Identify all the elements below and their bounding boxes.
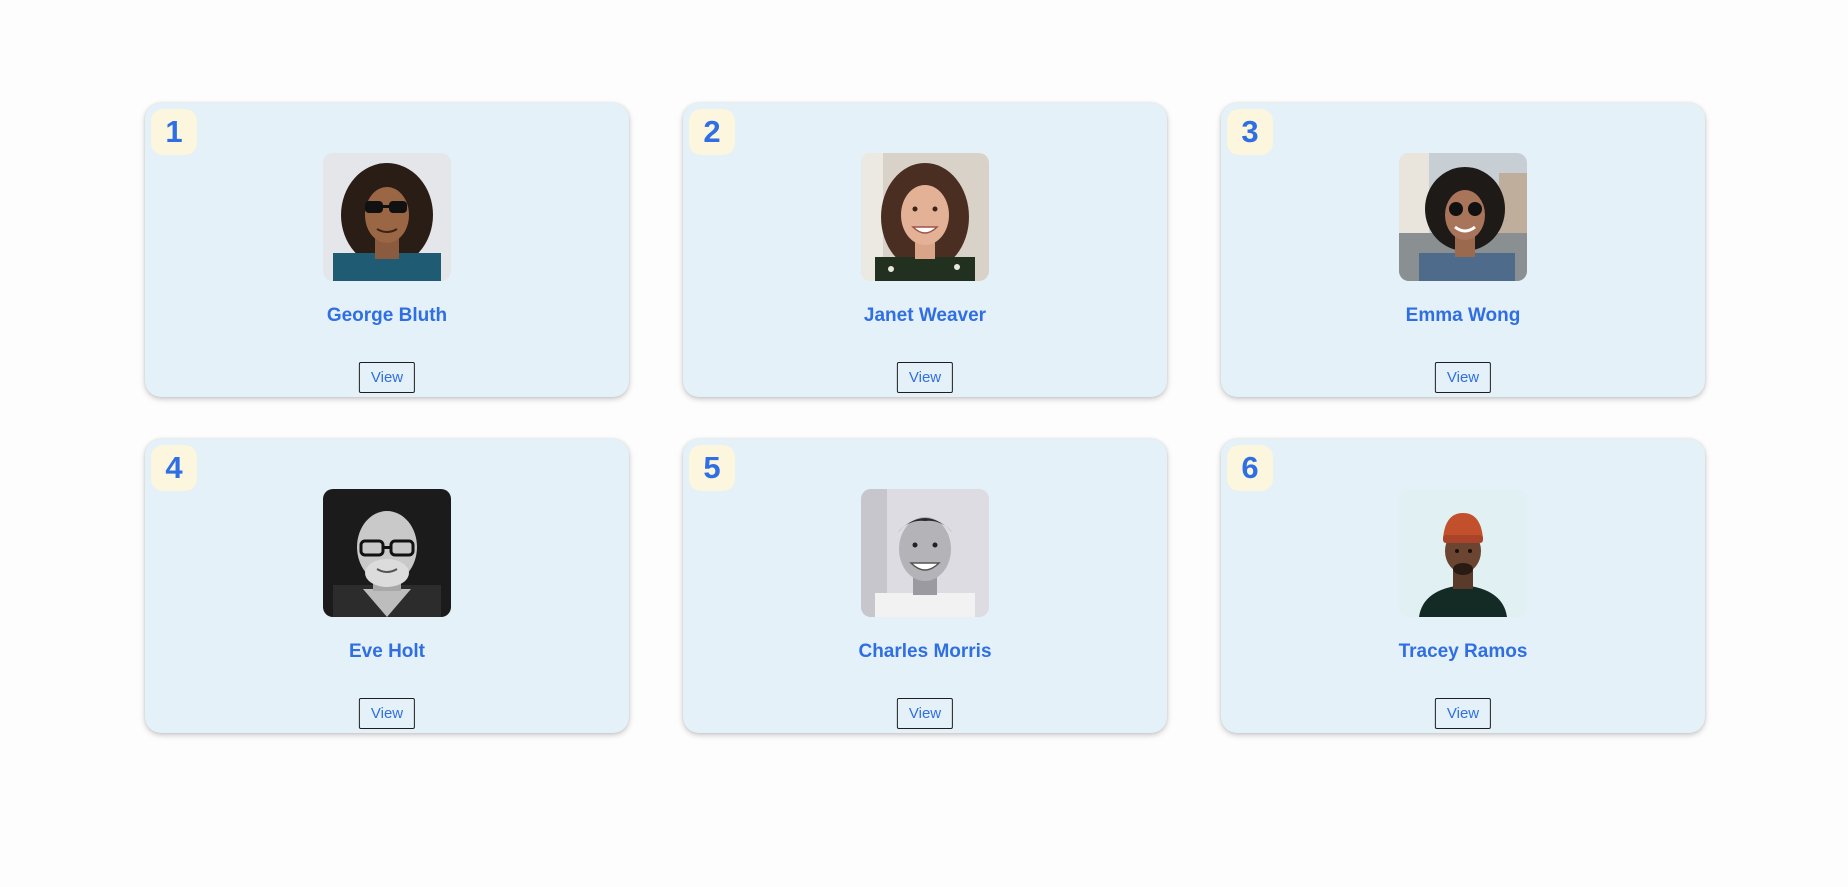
user-card: 3 Emma Wong View [1221, 103, 1705, 397]
avatar [861, 489, 989, 617]
user-card: 5 Charles Morris View [683, 439, 1167, 733]
user-name: Tracey Ramos [1398, 641, 1528, 662]
view-button[interactable]: View [1434, 698, 1492, 729]
avatar [1399, 489, 1527, 617]
avatar [1399, 153, 1527, 281]
user-id-badge: 3 [1227, 109, 1273, 155]
user-name: Charles Morris [858, 641, 992, 662]
user-id-badge: 2 [689, 109, 735, 155]
view-button[interactable]: View [1434, 362, 1492, 393]
view-button[interactable]: View [358, 698, 416, 729]
user-name: Janet Weaver [863, 305, 987, 326]
avatar [861, 153, 989, 281]
view-button[interactable]: View [358, 362, 416, 393]
user-id-badge: 1 [151, 109, 197, 155]
user-id-badge: 4 [151, 445, 197, 491]
user-name: Emma Wong [1405, 305, 1521, 326]
user-id-badge: 6 [1227, 445, 1273, 491]
view-button[interactable]: View [896, 698, 954, 729]
avatar [323, 489, 451, 617]
avatar [323, 153, 451, 281]
user-card: 1 George Bluth View [145, 103, 629, 397]
user-card: 6 Tracey Ramos View [1221, 439, 1705, 733]
user-name: George Bluth [326, 305, 448, 326]
user-id-badge: 5 [689, 445, 735, 491]
user-card: 4 Eve Holt View [145, 439, 629, 733]
user-card: 2 Janet Weaver View [683, 103, 1167, 397]
view-button[interactable]: View [896, 362, 954, 393]
user-name: Eve Holt [348, 641, 426, 662]
user-card-grid: 1 George Bluth View 2 Janet Weaver View … [145, 103, 1705, 733]
